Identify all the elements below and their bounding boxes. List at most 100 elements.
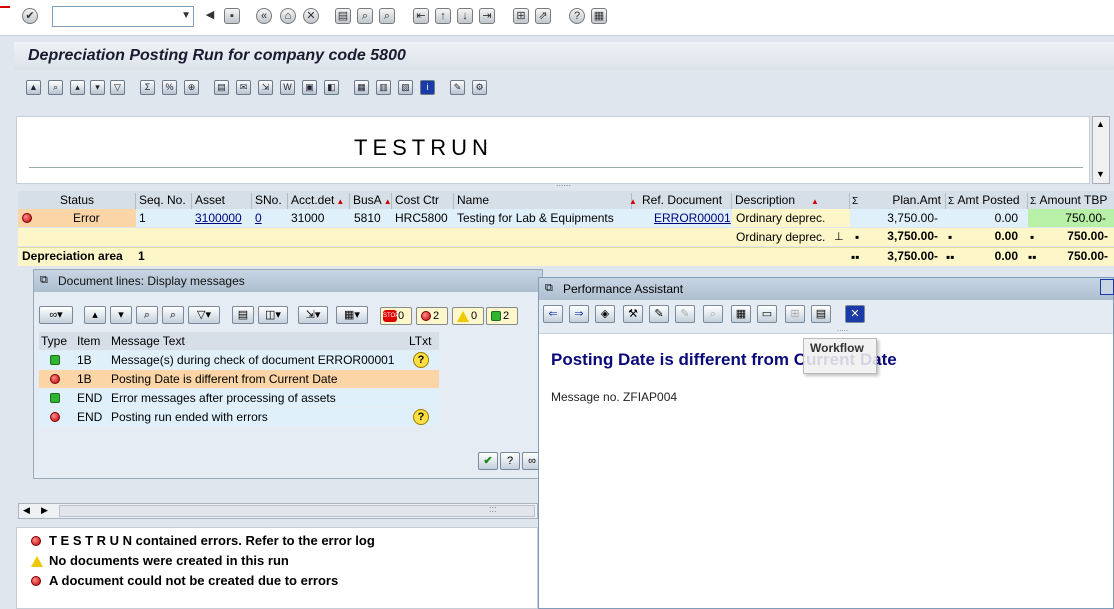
col-type[interactable]: Type	[41, 334, 67, 348]
col-name[interactable]: Name ▲	[454, 193, 637, 209]
col-sno[interactable]: SNo.	[252, 193, 288, 209]
splitter-handle[interactable]: :::	[489, 504, 497, 514]
filter-icon[interactable]: ▽	[110, 80, 125, 95]
word-icon[interactable]: W	[280, 80, 295, 95]
col-amt-posted[interactable]: Σ Amt Posted	[946, 193, 1028, 209]
panel-window-control[interactable]	[1100, 279, 1114, 295]
last-page-icon[interactable]: ⇥	[479, 8, 495, 24]
asset-link[interactable]: 3100000	[195, 211, 242, 225]
local-file-icon[interactable]: ▣	[302, 80, 317, 95]
long-text-icon[interactable]: ?	[413, 352, 429, 368]
help-icon[interactable]: ?	[500, 452, 520, 470]
next-page-icon[interactable]: ↓	[457, 8, 473, 24]
col-busa[interactable]: BusA ▲	[350, 193, 392, 209]
stop-count-button[interactable]: STOP0	[380, 307, 412, 325]
info-icon[interactable]: i	[420, 80, 435, 95]
export-icon[interactable]: ⇲	[258, 80, 273, 95]
find-icon[interactable]: ⌕	[357, 8, 373, 24]
sno-link[interactable]: 0	[255, 211, 262, 225]
long-text-icon[interactable]: ?	[413, 409, 429, 425]
workflow-icon[interactable]: ⊞	[785, 305, 805, 323]
book-icon[interactable]: ◈	[595, 305, 615, 323]
mail-icon[interactable]: ✉	[236, 80, 251, 95]
view-icon[interactable]: ◫▾	[258, 306, 288, 324]
sort-asc-icon[interactable]: ▴	[84, 306, 106, 324]
dialog-title-bar[interactable]: ⧉ Document lines: Display messages	[34, 270, 542, 292]
expand-icon[interactable]: ⊕	[184, 80, 199, 95]
scroll-down-icon[interactable]: ▼	[1096, 169, 1105, 179]
ref-document-link[interactable]: ERROR00001	[654, 211, 731, 225]
shortcut-icon[interactable]: ⇗	[535, 8, 551, 24]
message-row[interactable]: 1B Posting Date is different from Curren…	[39, 370, 439, 388]
scroll-left-icon[interactable]: ◀	[23, 505, 30, 516]
col-message-text[interactable]: Message Text	[111, 334, 185, 348]
save-icon[interactable]: ▪	[224, 8, 240, 24]
find-next-icon[interactable]: ⌕	[162, 306, 184, 324]
close-icon[interactable]: ✕	[845, 305, 865, 323]
error-count-button[interactable]: 2	[416, 307, 448, 325]
prev-page-icon[interactable]: ↑	[435, 8, 451, 24]
command-field[interactable]: ▼	[52, 6, 194, 27]
col-plan-amt[interactable]: Σ Plan.Amt	[850, 193, 946, 209]
col-status[interactable]: Status	[18, 193, 136, 209]
help-icon[interactable]: ?	[569, 8, 585, 24]
chevron-down-icon[interactable]: ▼	[181, 10, 191, 21]
sort-desc-icon[interactable]: ▾	[90, 80, 105, 95]
col-ref-document[interactable]: Ref. Document	[632, 193, 732, 209]
settings-icon[interactable]: ⚙	[472, 80, 487, 95]
export-icon[interactable]: ⇲▾	[298, 306, 328, 324]
continue-checkmark-icon[interactable]: ✔	[478, 452, 498, 470]
navigation-icon[interactable]: ▭	[757, 305, 777, 323]
back-nav-icon[interactable]: «	[256, 8, 272, 24]
new-session-icon[interactable]: ⊞	[513, 8, 529, 24]
subtotal-row[interactable]: Ordinary deprec. ⊥ ▪ 3,750.00- ▪ 0.00 ▪ …	[18, 228, 1114, 246]
col-seq-no[interactable]: Seq. No.	[136, 193, 192, 209]
total-row[interactable]: Depreciation area 1 ▪▪ 3,750.00- ▪▪ 0.00…	[18, 247, 1114, 266]
ok-count-button[interactable]: 2	[486, 307, 518, 325]
message-row[interactable]: END Posting run ended with errors ?	[39, 408, 439, 426]
col-amount-tbp[interactable]: Σ Amount TBP	[1028, 193, 1114, 209]
details-icon[interactable]: ▲	[26, 80, 41, 95]
search-help-icon[interactable]: ⌕	[703, 305, 723, 323]
checkmark-icon[interactable]: ✔	[22, 8, 38, 24]
warning-count-button[interactable]: 0	[452, 307, 484, 325]
sort-asc-icon[interactable]: ▴	[70, 80, 85, 95]
panel-title-bar[interactable]: ⧉ Performance Assistant	[539, 278, 1113, 300]
cancel-icon[interactable]: ✕	[303, 8, 319, 24]
col-item[interactable]: Item	[77, 334, 100, 348]
scroll-right-icon[interactable]: ▶	[41, 505, 48, 516]
back-arrow-icon[interactable]: ◀	[202, 8, 218, 24]
layout-icon[interactable]: ▦	[591, 8, 607, 24]
sum-icon[interactable]: Σ	[140, 80, 155, 95]
layout-change-icon[interactable]: ▦	[354, 80, 369, 95]
forward-arrow-icon[interactable]: ⇒	[569, 305, 589, 323]
find-icon[interactable]: ⌕	[136, 306, 158, 324]
glasses-icon[interactable]: ∞▾	[39, 306, 73, 324]
print-preview-icon[interactable]: ▤	[214, 80, 229, 95]
col-asset[interactable]: Asset	[192, 193, 252, 209]
print-icon[interactable]: ▤	[811, 305, 831, 323]
splitter-handle[interactable]: ......	[556, 178, 571, 188]
graphic-icon[interactable]: ◧	[324, 80, 339, 95]
header-scrollbar[interactable]: ▲ ▼	[1092, 116, 1110, 184]
splitter-handle[interactable]: .....	[837, 324, 848, 333]
table-icon[interactable]: ▦	[731, 305, 751, 323]
back-arrow-icon[interactable]: ⇐	[543, 305, 563, 323]
filter-icon[interactable]: ▽▾	[188, 306, 220, 324]
col-cost-ctr[interactable]: Cost Ctr	[392, 193, 454, 209]
sort-desc-icon[interactable]: ▾	[110, 306, 132, 324]
search-icon[interactable]: ⌕	[48, 80, 63, 95]
print-icon[interactable]: ▤	[232, 306, 254, 324]
technical-info-icon[interactable]: ⚒	[623, 305, 643, 323]
table-row[interactable]: Error 1 3100000 0 31000 5810 HRC5800 Tes…	[18, 209, 1114, 227]
layout-save-icon[interactable]: ▧	[398, 80, 413, 95]
layout-icon[interactable]: ▦▾	[336, 306, 368, 324]
scroll-up-icon[interactable]: ▲	[1096, 119, 1105, 129]
layout-select-icon[interactable]: ▥	[376, 80, 391, 95]
scroll-thumb[interactable]	[59, 505, 535, 517]
exit-icon[interactable]: ⌂	[280, 8, 296, 24]
col-acct-det[interactable]: Acct.det ▲	[288, 193, 350, 209]
comment-icon[interactable]: ✎	[675, 305, 695, 323]
col-description[interactable]: Description ▲	[732, 193, 850, 209]
message-row[interactable]: END Error messages after processing of a…	[39, 389, 439, 407]
